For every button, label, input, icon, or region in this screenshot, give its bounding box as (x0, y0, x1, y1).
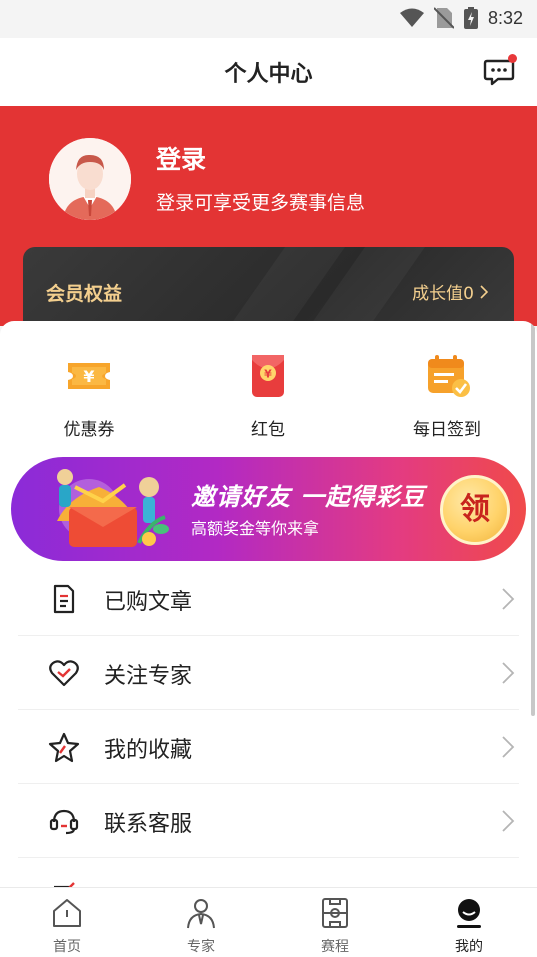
daily-checkin-label: 每日签到 (413, 420, 481, 440)
menu-item-my-favorites[interactable]: 我的收藏 (18, 710, 519, 784)
daily-checkin-icon (428, 355, 470, 397)
status-bar: 8:32 (0, 0, 537, 38)
tab-label: 首页 (53, 939, 81, 955)
profile-icon (457, 899, 481, 928)
banner-subtitle: 高额奖金等你来拿 (191, 519, 320, 538)
avatar[interactable] (49, 138, 131, 220)
tab-experts[interactable]: 专家 (161, 896, 241, 956)
status-time: 8:32 (487, 7, 523, 28)
svg-text:¥: ¥ (83, 367, 94, 386)
menu-item-followed-experts[interactable]: 关注专家 (18, 636, 519, 710)
coupon-button[interactable]: ¥ 优惠券 (34, 351, 144, 440)
chevron-right-icon (502, 810, 515, 832)
no-sim-icon (433, 7, 454, 29)
message-button[interactable] (483, 54, 517, 88)
chevron-right-icon (502, 662, 515, 684)
growth-value-link[interactable]: 成长值0 (412, 279, 488, 304)
red-packet-icon: ¥ (252, 355, 284, 397)
invite-banner[interactable]: 邀请好友 一起得彩豆 高额奖金等你来拿 领 (11, 457, 526, 561)
tab-label: 我的 (455, 939, 483, 955)
page-title: 个人中心 (224, 62, 313, 87)
tab-label: 专家 (187, 939, 215, 955)
chevron-right-icon (480, 284, 488, 299)
notification-dot (508, 54, 517, 63)
banner-title: 邀请好友 一起得彩豆 (191, 483, 426, 511)
document-icon (53, 584, 75, 614)
scrollbar[interactable] (531, 321, 535, 716)
coupon-icon: ¥ (68, 363, 110, 389)
default-avatar-icon (49, 138, 131, 220)
login-link[interactable]: 登录 (156, 140, 206, 176)
tab-home[interactable]: 首页 (27, 896, 107, 956)
red-packet-button[interactable]: ¥ 红包 (213, 351, 323, 440)
menu-label: 关注专家 (104, 664, 193, 689)
battery-icon (463, 7, 478, 29)
wifi-icon (399, 8, 424, 27)
claim-button-label: 领 (460, 492, 490, 527)
headset-icon (49, 809, 79, 835)
nav-bar: 个人中心 (0, 38, 537, 106)
tab-schedule[interactable]: 赛程 (295, 896, 375, 956)
chevron-right-icon (502, 588, 515, 610)
menu-list: 已购文章 关注专家 我的收藏 联系客服 (18, 562, 519, 891)
star-icon (48, 732, 80, 763)
schedule-icon (322, 898, 348, 928)
daily-checkin-button[interactable]: 每日签到 (392, 351, 502, 440)
svg-text:¥: ¥ (264, 368, 272, 381)
gift-envelope-illustration-icon (57, 469, 169, 547)
menu-label: 我的收藏 (104, 738, 193, 763)
growth-value: 成长值0 (412, 284, 474, 304)
tab-mine[interactable]: 我的 (429, 896, 509, 956)
menu-item-purchased-articles[interactable]: 已购文章 (18, 562, 519, 636)
claim-button[interactable]: 领 (440, 475, 510, 545)
tab-label: 赛程 (321, 939, 349, 955)
heart-icon (49, 660, 79, 687)
menu-item-customer-service[interactable]: 联系客服 (18, 784, 519, 858)
content-panel: ¥ 优惠券 ¥ 红包 每日签到 邀请好友 一起得彩豆 高额奖金等你来拿 领 已购… (0, 321, 537, 891)
chevron-right-icon (502, 736, 515, 758)
vip-title: 会员权益 (46, 283, 123, 305)
profile-header: 登录 登录可享受更多赛事信息 会员权益 成长值0 (0, 106, 537, 337)
red-packet-label: 红包 (251, 420, 285, 440)
menu-label: 联系客服 (104, 812, 193, 837)
expert-icon (187, 899, 215, 929)
menu-label: 已购文章 (104, 590, 193, 615)
tab-bar: 首页 专家 赛程 我的 (0, 887, 537, 957)
coupon-label: 优惠券 (63, 420, 115, 440)
home-icon (53, 899, 81, 927)
login-subtitle: 登录可享受更多赛事信息 (156, 192, 366, 214)
